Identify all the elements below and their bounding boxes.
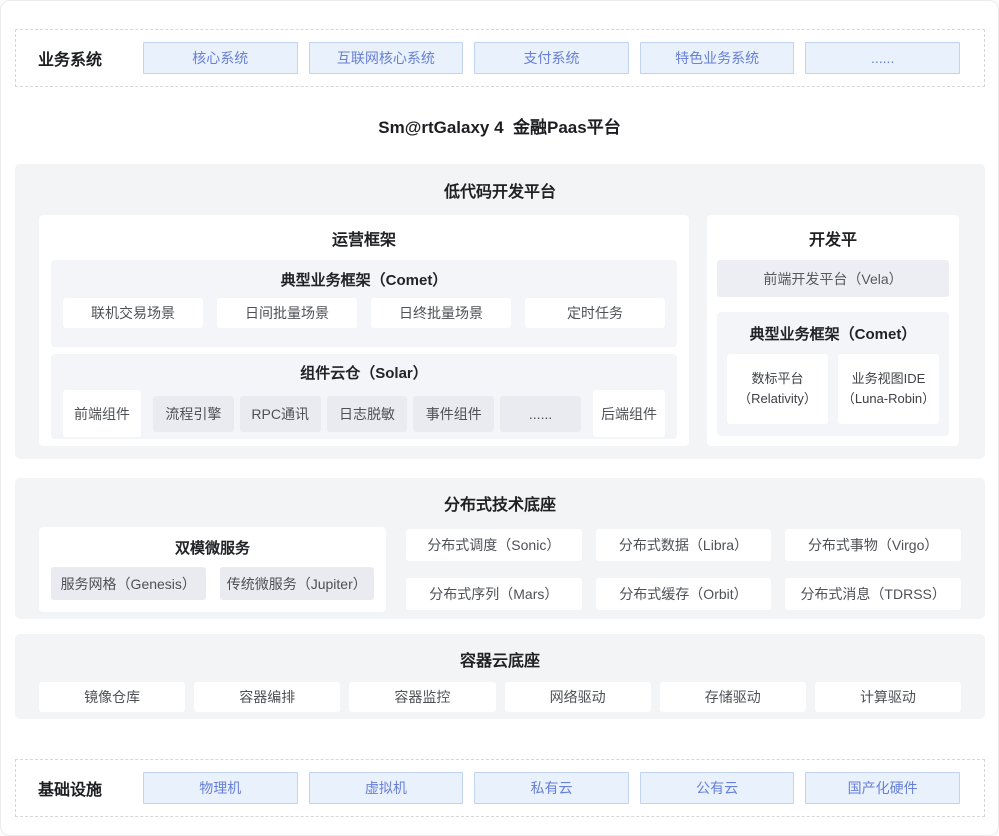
infrastructure-row: 基础设施 物理机 虚拟机 私有云 公有云 国产化硬件 bbox=[15, 759, 985, 817]
infrastructure-item-domestic-hardware[interactable]: 国产化硬件 bbox=[805, 772, 960, 804]
solar-component-item-more[interactable]: ...... bbox=[500, 396, 581, 432]
comet-framework-subpanel: 典型业务框架（Comet） 联机交易场景 日间批量场景 日终批量场景 定时任务 bbox=[51, 260, 677, 347]
architecture-diagram: 业务系统 核心系统 互联网核心系统 支付系统 特色业务系统 ...... Sm@… bbox=[0, 0, 999, 836]
vela-button[interactable]: 前端开发平台（Vela） bbox=[717, 260, 949, 297]
solar-components-row: 前端组件 流程引擎 RPC通讯 日志脱敏 事件组件 ...... 后端组件 bbox=[63, 390, 665, 437]
distributed-base-panel: 分布式技术底座 双模微服务 服务网格（Genesis） 传统微服务（Jupite… bbox=[15, 478, 985, 619]
distributed-service-item-sonic[interactable]: 分布式调度（Sonic） bbox=[406, 529, 582, 561]
dual-mode-title: 双模微服务 bbox=[51, 527, 374, 567]
container-capability-item-registry[interactable]: 镜像仓库 bbox=[39, 682, 185, 712]
solar-component-item-rpc[interactable]: RPC通讯 bbox=[240, 396, 321, 432]
container-cloud-panel: 容器云底座 镜像仓库 容器编排 容器监控 网络驱动 存储驱动 计算驱动 bbox=[15, 634, 985, 719]
business-systems-row: 业务系统 核心系统 互联网核心系统 支付系统 特色业务系统 ...... bbox=[15, 29, 985, 87]
ops-framework-title: 运营框架 bbox=[51, 215, 677, 260]
container-cloud-row: 镜像仓库 容器编排 容器监控 网络驱动 存储驱动 计算驱动 bbox=[39, 682, 961, 712]
container-capability-item-orchestration[interactable]: 容器编排 bbox=[194, 682, 340, 712]
solar-component-item-workflow[interactable]: 流程引擎 bbox=[153, 396, 234, 432]
ops-framework-panel: 运营框架 典型业务框架（Comet） 联机交易场景 日间批量场景 日终批量场景 … bbox=[39, 215, 689, 446]
front-component-button[interactable]: 前端组件 bbox=[63, 390, 141, 437]
distributed-service-item-orbit[interactable]: 分布式缓存（Orbit） bbox=[596, 578, 772, 610]
distributed-service-item-libra[interactable]: 分布式数据（Libra） bbox=[596, 529, 772, 561]
distributed-row: 双模微服务 服务网格（Genesis） 传统微服务（Jupiter） 分布式调度… bbox=[39, 527, 961, 612]
solar-warehouse-subpanel: 组件云仓（Solar） 前端组件 流程引擎 RPC通讯 日志脱敏 事件组件 ..… bbox=[51, 354, 677, 439]
distributed-service-item-mars[interactable]: 分布式序列（Mars） bbox=[406, 578, 582, 610]
business-system-item-more[interactable]: ...... bbox=[805, 42, 960, 74]
container-capability-item-monitoring[interactable]: 容器监控 bbox=[349, 682, 495, 712]
dev-comet-cards: 数标平台 （Relativity） 业务视图IDE （Luna-Robin） bbox=[727, 354, 939, 424]
distributed-services-grid: 分布式调度（Sonic） 分布式数据（Libra） 分布式事物（Virgo） 分… bbox=[406, 529, 961, 610]
comet-scene-item-scheduled[interactable]: 定时任务 bbox=[525, 298, 665, 328]
luna-robin-card[interactable]: 业务视图IDE （Luna-Robin） bbox=[838, 354, 939, 424]
business-systems-label: 业务系统 bbox=[38, 46, 143, 70]
distributed-service-item-virgo[interactable]: 分布式事物（Virgo） bbox=[785, 529, 961, 561]
infrastructure-item-public-cloud[interactable]: 公有云 bbox=[640, 772, 795, 804]
business-system-item-payment[interactable]: 支付系统 bbox=[474, 42, 629, 74]
dev-platform-panel: 开发平 前端开发平台（Vela） 典型业务框架（Comet） 数标平台 （Rel… bbox=[707, 215, 959, 446]
solar-component-item-log-masking[interactable]: 日志脱敏 bbox=[327, 396, 408, 432]
distributed-base-title: 分布式技术底座 bbox=[39, 491, 961, 515]
dev-platform-title: 开发平 bbox=[717, 215, 949, 260]
solar-warehouse-title: 组件云仓（Solar） bbox=[63, 354, 665, 390]
container-capability-item-network[interactable]: 网络驱动 bbox=[505, 682, 651, 712]
relativity-card[interactable]: 数标平台 （Relativity） bbox=[727, 354, 828, 424]
business-system-item-core[interactable]: 核心系统 bbox=[143, 42, 298, 74]
solar-component-item-event[interactable]: 事件组件 bbox=[413, 396, 494, 432]
dual-mode-microservice-panel: 双模微服务 服务网格（Genesis） 传统微服务（Jupiter） bbox=[39, 527, 386, 612]
infrastructure-item-private-cloud[interactable]: 私有云 bbox=[474, 772, 629, 804]
back-component-button[interactable]: 后端组件 bbox=[593, 390, 665, 437]
comet-scene-item-online[interactable]: 联机交易场景 bbox=[63, 298, 203, 328]
low-code-platform-title: 低代码开发平台 bbox=[39, 178, 961, 202]
page-title: Sm@rtGalaxy 4 金融Paas平台 bbox=[1, 87, 998, 164]
infrastructure-gap bbox=[1, 719, 998, 759]
dual-mode-buttons: 服务网格（Genesis） 传统微服务（Jupiter） bbox=[51, 567, 374, 600]
comet-scene-item-daytime-batch[interactable]: 日间批量场景 bbox=[217, 298, 357, 328]
dev-comet-subpanel: 典型业务框架（Comet） 数标平台 （Relativity） 业务视图IDE … bbox=[717, 312, 949, 436]
comet-scenes-row: 联机交易场景 日间批量场景 日终批量场景 定时任务 bbox=[63, 298, 665, 328]
luna-robin-card-line2: （Luna-Robin） bbox=[842, 389, 935, 409]
business-system-item-internet-core[interactable]: 互联网核心系统 bbox=[309, 42, 464, 74]
container-capability-item-storage[interactable]: 存储驱动 bbox=[660, 682, 806, 712]
relativity-card-line2: （Relativity） bbox=[738, 389, 817, 409]
business-systems-chips: 核心系统 互联网核心系统 支付系统 特色业务系统 ...... bbox=[143, 42, 960, 74]
low-code-row: 运营框架 典型业务框架（Comet） 联机交易场景 日间批量场景 日终批量场景 … bbox=[39, 215, 961, 446]
business-system-item-special[interactable]: 特色业务系统 bbox=[640, 42, 795, 74]
comet-scene-item-eod-batch[interactable]: 日终批量场景 bbox=[371, 298, 511, 328]
jupiter-button[interactable]: 传统微服务（Jupiter） bbox=[220, 567, 375, 600]
container-cloud-title: 容器云底座 bbox=[39, 647, 961, 671]
distributed-service-item-tdrss[interactable]: 分布式消息（TDRSS） bbox=[785, 578, 961, 610]
infrastructure-label: 基础设施 bbox=[38, 776, 143, 800]
infrastructure-item-virtual[interactable]: 虚拟机 bbox=[309, 772, 464, 804]
container-capability-item-compute[interactable]: 计算驱动 bbox=[815, 682, 961, 712]
luna-robin-card-line1: 业务视图IDE bbox=[852, 369, 926, 389]
relativity-card-line1: 数标平台 bbox=[751, 369, 803, 389]
low-code-platform-panel: 低代码开发平台 运营框架 典型业务框架（Comet） 联机交易场景 日间批量场景… bbox=[15, 164, 985, 459]
dev-comet-title: 典型业务框架（Comet） bbox=[727, 312, 939, 354]
infrastructure-item-physical[interactable]: 物理机 bbox=[143, 772, 298, 804]
genesis-button[interactable]: 服务网格（Genesis） bbox=[51, 567, 206, 600]
comet-framework-title: 典型业务框架（Comet） bbox=[63, 260, 665, 298]
infrastructure-chips: 物理机 虚拟机 私有云 公有云 国产化硬件 bbox=[143, 772, 960, 804]
top-spacer bbox=[1, 1, 998, 29]
